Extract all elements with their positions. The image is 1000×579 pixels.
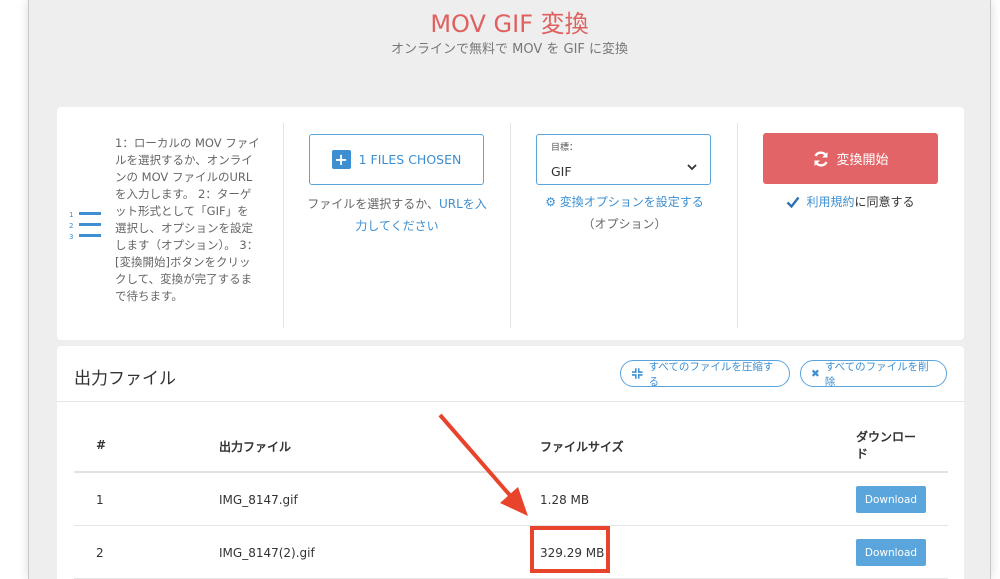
output-files-panel: 出力ファイル すべてのファイルを圧縮する ✖ すべてのファイルを削除 # 出力フ…	[57, 346, 964, 579]
table-header-row: # 出力ファイル ファイルサイズ ダウンロード	[74, 402, 948, 473]
table-row: 2 IMG_8147(2).gif 329.29 MB Download	[74, 526, 948, 579]
gear-icon: ⚙	[545, 195, 556, 209]
row-index: 2	[96, 546, 104, 560]
delete-all-button[interactable]: ✖ すべてのファイルを削除	[800, 360, 947, 388]
column-header-download: ダウンロード	[856, 430, 917, 461]
terms-link[interactable]: 利用規約	[806, 195, 854, 209]
divider	[737, 123, 738, 328]
chevron-down-icon	[687, 164, 697, 171]
svg-text:2: 2	[69, 222, 73, 230]
divider	[510, 123, 511, 328]
start-conversion-label: 変換開始	[836, 153, 889, 168]
row-index: 1	[96, 493, 104, 507]
download-button[interactable]: Download	[856, 539, 926, 566]
choose-files-label: 1 FILES CHOSEN	[358, 152, 462, 167]
output-files-header: 出力ファイル すべてのファイルを圧縮する ✖ すべてのファイルを削除	[57, 346, 964, 402]
row-file-size: 1.28 MB	[540, 493, 590, 507]
checkbox-checked-icon[interactable]	[786, 195, 800, 209]
download-button[interactable]: Download	[856, 486, 926, 513]
svg-text:3: 3	[69, 233, 73, 241]
refresh-icon	[814, 150, 829, 167]
numbered-list-icon: 1 2 3	[69, 211, 101, 241]
row-file-name: IMG_8147(2).gif	[219, 546, 315, 560]
converter-panel: 1 2 3 1：ローカルの MOV ファイルを選択するか、オンラインの MOV …	[57, 107, 964, 340]
column-header-file: 出力ファイル	[219, 440, 292, 454]
column-header-size: ファイルサイズ	[540, 440, 624, 454]
divider	[283, 123, 284, 328]
start-conversion-button[interactable]: 変換開始	[763, 133, 938, 184]
table-row: 1 IMG_8147.gif 1.28 MB Download	[74, 473, 948, 526]
options-note: （オプション）	[582, 217, 667, 231]
page-frame: MOV GIF 変換 オンラインで無料で MOV を GIF に変換 1 2 3…	[28, 0, 991, 579]
steps-instructions: 1：ローカルの MOV ファイルを選択するか、オンラインの MOV ファイルのU…	[115, 136, 260, 303]
choose-files-button[interactable]: + 1 FILES CHOSEN	[309, 134, 484, 185]
row-file-name: IMG_8147.gif	[219, 493, 298, 507]
target-format-value: GIF	[551, 164, 572, 179]
page-subtitle: オンラインで無料で MOV を GIF に変換	[390, 42, 629, 57]
target-format-label: 目標：	[551, 143, 579, 153]
compress-icon	[631, 368, 643, 379]
plus-icon: +	[331, 150, 351, 169]
svg-text:1: 1	[69, 211, 73, 219]
output-files-title: 出力ファイル	[74, 369, 176, 389]
close-icon: ✖	[811, 367, 820, 380]
upload-help: ファイルを選択するか、URLを入力してください	[307, 197, 487, 233]
terms-agreement: 利用規約に同意する	[763, 193, 938, 210]
compress-all-button[interactable]: すべてのファイルを圧縮する	[620, 360, 790, 388]
conversion-options-link[interactable]: ⚙ 変換オプションを設定する	[527, 193, 722, 211]
column-header-index: #	[96, 438, 107, 452]
annotation-highlight-box	[530, 526, 610, 573]
page-title: MOV GIF 変換	[430, 10, 589, 38]
target-format-select[interactable]: 目標： GIF	[536, 134, 711, 185]
